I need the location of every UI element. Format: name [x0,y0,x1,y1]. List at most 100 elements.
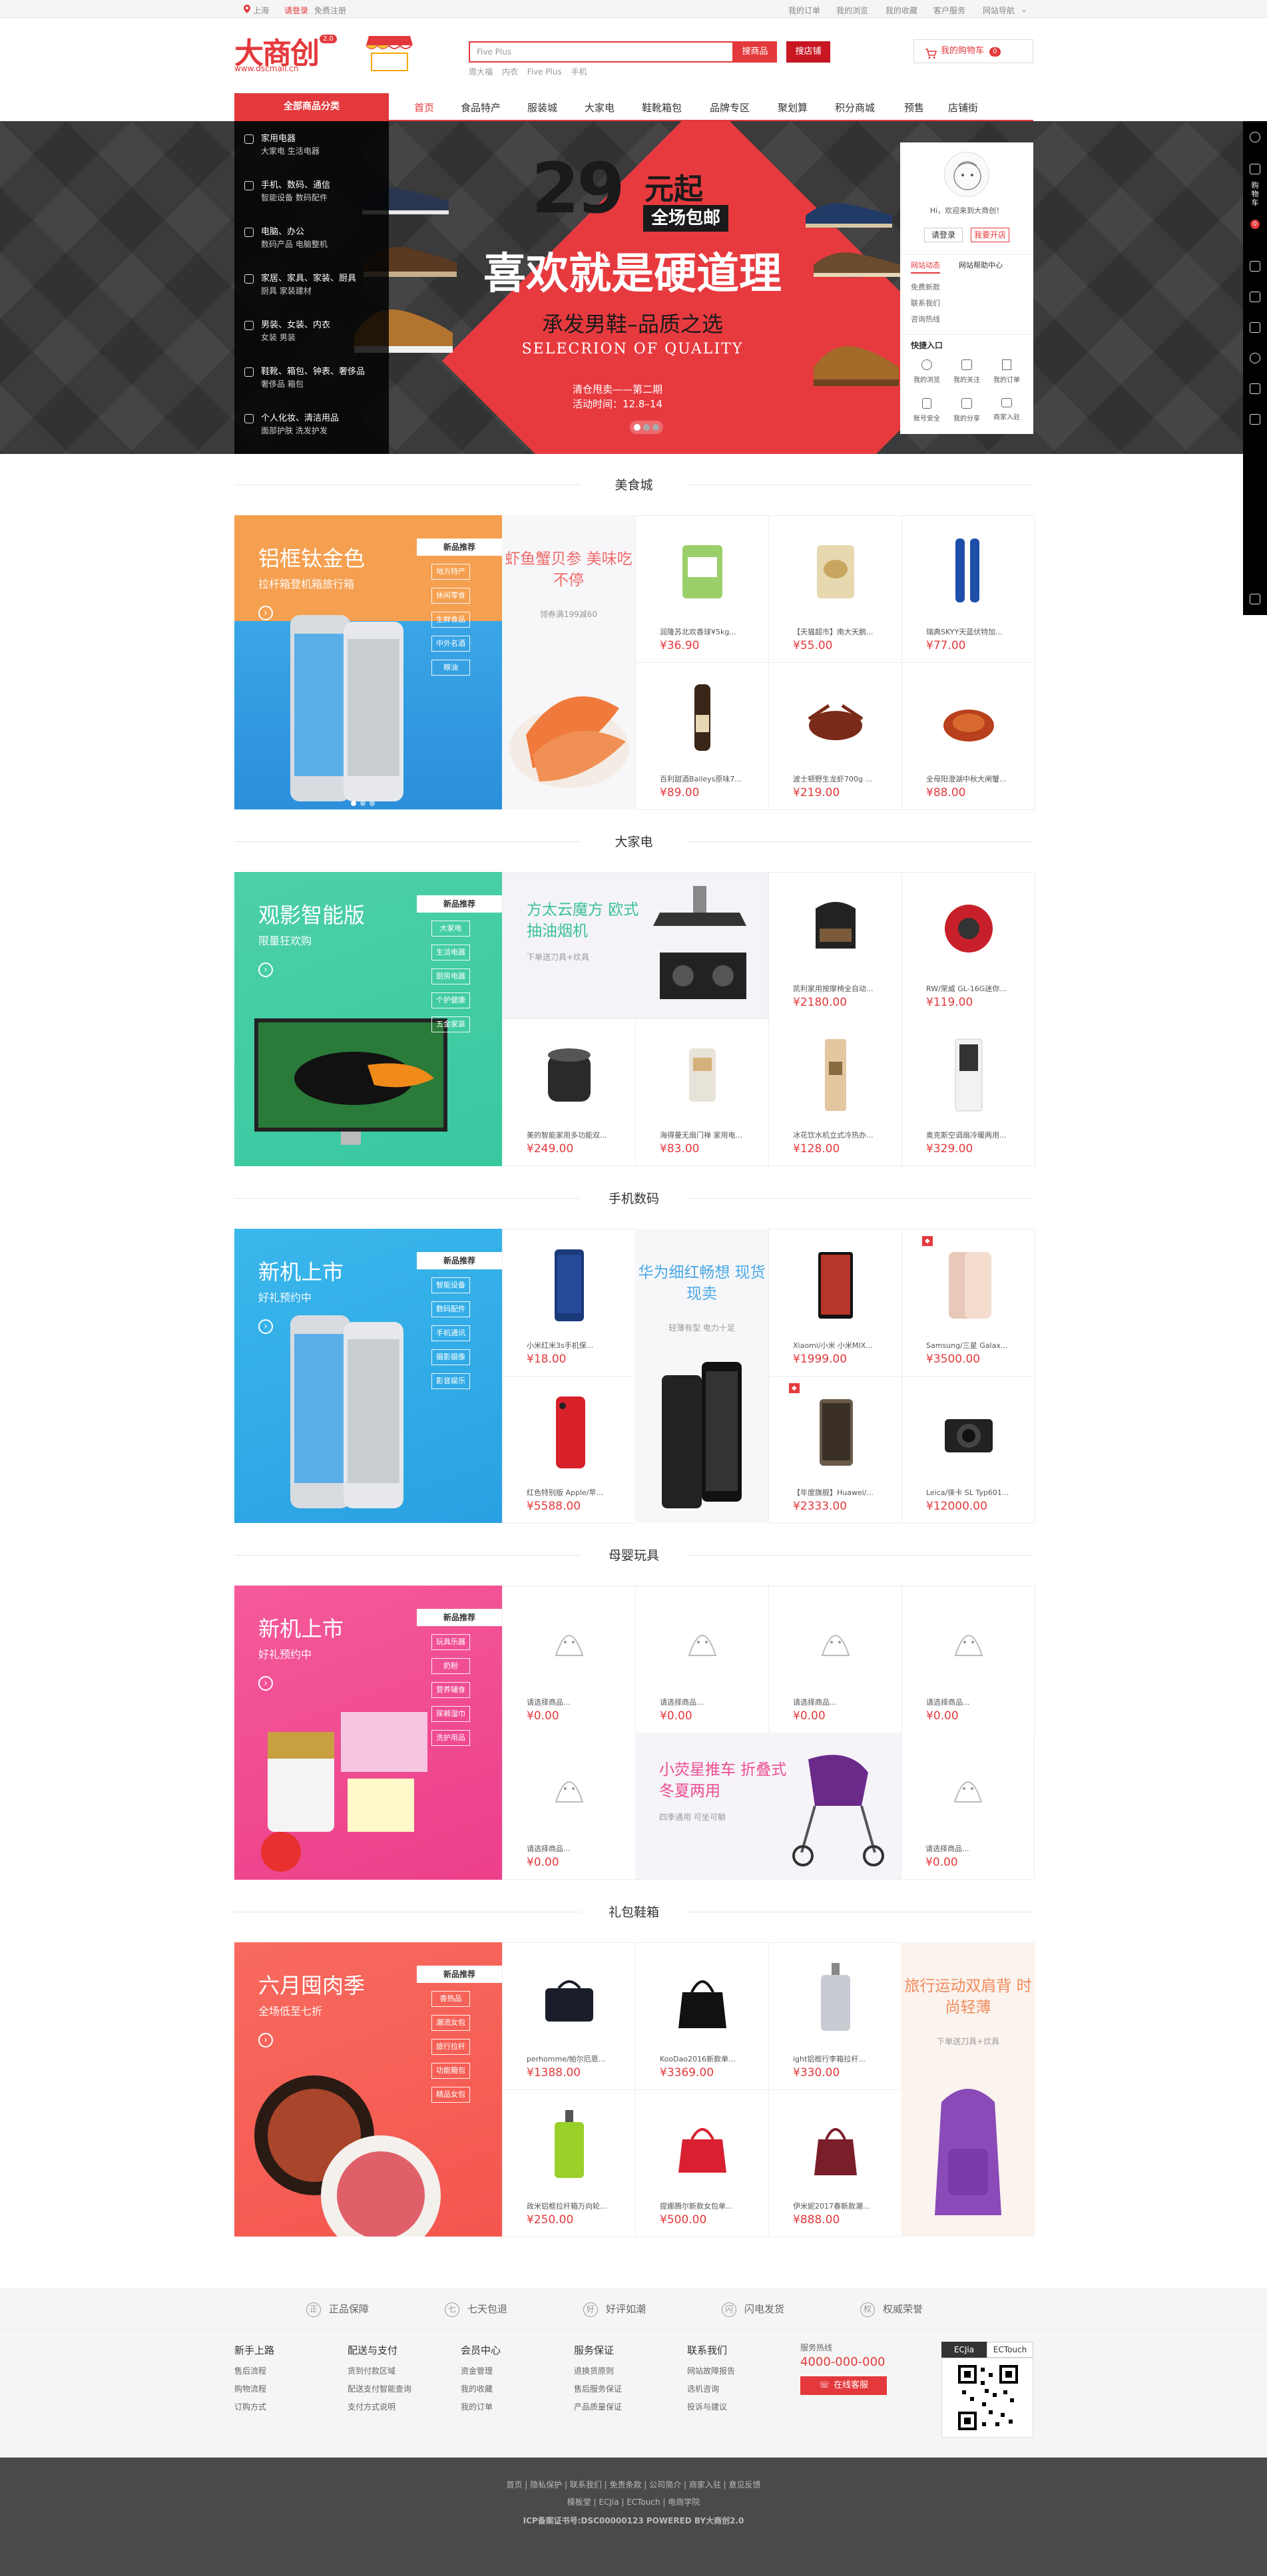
tag-button[interactable]: 尿裤湿巾 [431,1706,470,1722]
promo-card[interactable]: 新机上市 好礼预约中 › 新品推荐 玩具乐器 奶粉 营养辅食 尿裤湿巾 洗护用品 [234,1586,502,1880]
product-card[interactable]: 提娜腾尔新款女包单... ¥500.00 [636,2090,769,2237]
footer-link[interactable]: 货到付款区域 [348,2362,411,2380]
hot-keyword[interactable]: 手机 [571,67,587,77]
tag-button[interactable]: 生鲜食品 [431,612,470,628]
nav-item[interactable]: 首页 [414,101,434,114]
tag-button[interactable]: 精品女包 [431,2087,470,2103]
product-card[interactable]: 润隆苏北欢香球¥5kg... ¥36.90 [636,516,769,663]
footer-link[interactable]: 售后流程 [234,2362,274,2380]
product-card[interactable]: ◆ Samsung/三星 Galax... ¥3500.00 [902,1229,1035,1377]
store-awning-icon[interactable] [364,33,415,77]
product-card[interactable]: 瑞典SKYY天蓝伏特加... ¥77.00 [902,516,1035,663]
tag-button[interactable]: 生活电器 [431,945,470,961]
nav-item[interactable]: 服装城 [527,101,557,114]
quick-entry-security[interactable]: 账号安全 [907,393,947,431]
footer-link[interactable]: 选机咨询 [687,2380,735,2398]
product-card[interactable]: 政米铝框拉杆箱万向轮... ¥250.00 [503,2090,636,2237]
search-input[interactable]: Five Plus [469,41,734,63]
footer-link[interactable]: 退换货原则 [574,2362,622,2380]
news-item[interactable]: 免费新款 [911,280,940,296]
tag-button[interactable]: 数码配件 [431,1301,470,1317]
online-service-button[interactable]: ☏ 在线客服 [800,2376,887,2395]
tag-button[interactable]: 潮流女包 [431,2015,470,2031]
product-card[interactable]: Leica/徕卡 SL Typ601... ¥12000.00 [902,1377,1035,1524]
feature-card[interactable]: 虾鱼蟹贝参 美味吃不停 领券满199减60 [502,515,635,809]
product-card[interactable]: 请选择商品... ¥0.00 [902,1586,1035,1733]
bottom-links-secondary[interactable]: 模板堂 | ECJia | ECTouch | 电商学院 [0,2496,1267,2507]
product-card[interactable]: 全母阳澄湖中秋大闸蟹... ¥88.00 [902,663,1035,810]
tag-button[interactable]: 地方特产 [431,564,470,580]
nav-item[interactable]: 预售 [904,101,924,114]
tag-button[interactable]: 功能箱包 [431,2063,470,2079]
promo-dot[interactable] [360,801,366,806]
hot-keyword[interactable]: Five Plus [527,67,562,77]
footer-link[interactable]: 支付方式说明 [348,2398,411,2416]
footer-link[interactable]: 资金管理 [461,2362,501,2380]
tag-button[interactable]: 五金家装 [431,1016,470,1032]
open-store-button[interactable]: 我要开店 [971,228,1009,242]
footer-link[interactable]: 我的收藏 [461,2380,501,2398]
product-card[interactable]: 请选择商品... ¥0.00 [769,1586,902,1733]
promo-card[interactable]: 观影智能版 限量狂欢购 › 新品推荐 大家电 生活电器 厨房电器 个护健康 五金… [234,872,502,1166]
product-card[interactable]: 伊米妮2017春新款潮... ¥888.00 [769,2090,902,2237]
category-item[interactable]: 家用电器 大家电 生活电器 [244,133,320,157]
back-to-top-icon[interactable] [1250,594,1260,604]
category-item[interactable]: 个人化妆、清洁用品 面部护肤 洗发护发 [244,413,339,437]
quick-entry-share[interactable]: 我的分享 [947,393,987,431]
carousel-dot[interactable] [634,424,640,431]
product-card[interactable]: 小米红米3s手机保... ¥18.00 [503,1229,636,1377]
feature-card-wide[interactable]: 方太云魔方 欧式抽油烟机 下单送刀具+炊具 [502,872,768,1019]
bottom-links[interactable]: 首页 | 隐私保护 | 联系我们 | 免责条款 | 公司简介 | 商家入驻 | … [0,2479,1267,2490]
feature-card-wide[interactable]: 小荧星推车 折叠式冬夏两用 四季通用 可坐可躺 [635,1733,901,1880]
footer-link[interactable]: 产品质量保证 [574,2398,622,2416]
product-card[interactable]: 【天猫超市】南大天鹅... ¥55.00 [769,516,902,663]
tag-button[interactable]: 智能设备 [431,1277,470,1293]
promo-card[interactable]: 铝框钛金色 拉杆箱登机箱旅行箱 › 新品推荐 地方特产 休闲零食 生鲜食品 中外… [234,515,502,809]
my-orders-link[interactable]: 我的订单 [788,5,820,16]
footer-link[interactable]: 投诉与建议 [687,2398,735,2416]
tag-button[interactable]: 奶粉 [431,1658,470,1674]
search-products-button[interactable]: 搜商品 [733,41,777,63]
promo-card[interactable]: 六月囤肉季 全场低至七折 › 新品推荐 香热品 潮流女包 旅行拉杆 功能箱包 精… [234,1942,502,2237]
nav-item[interactable]: 食品特产 [461,101,501,114]
arrow-right-icon[interactable]: › [258,963,273,977]
product-card[interactable]: Xiaomi/小米 小米MIX... ¥1999.00 [769,1229,902,1377]
coupon-icon[interactable] [1250,261,1260,272]
tag-button[interactable]: 影音娱乐 [431,1373,470,1389]
product-card[interactable]: 请选择商品... ¥0.00 [901,1733,1035,1880]
footer-link[interactable]: 网站故障报告 [687,2362,735,2380]
arrow-right-icon[interactable]: › [258,2033,273,2047]
category-item[interactable]: 电脑、办公 数码产品 电脑整机 [244,226,328,250]
feature-card[interactable]: 旅行运动双肩背 时尚轻薄 下单送刀具+炊具 [901,1942,1035,2237]
star-icon[interactable] [1250,383,1260,394]
tag-button[interactable]: 洗护用品 [431,1730,470,1746]
category-item[interactable]: 家居、家具、家装、厨具 厨具 家装建材 [244,273,356,297]
news-item[interactable]: 咨询热线 [911,312,940,327]
nav-item[interactable]: 聚划算 [778,101,808,114]
asset-icon[interactable] [1250,292,1260,302]
search-stores-button[interactable]: 搜店铺 [786,41,830,63]
nav-item[interactable]: 店铺街 [948,101,978,114]
promo-dot[interactable] [370,801,375,806]
product-card[interactable]: 海得曼无扇门禅 家用电... ¥83.00 [636,1019,769,1166]
tag-button[interactable]: 营养辅食 [431,1682,470,1698]
product-card[interactable]: 美的智能家用多功能双... ¥249.00 [503,1019,636,1166]
carousel-dot[interactable] [643,424,650,431]
tag-button[interactable]: 摄影摄像 [431,1349,470,1365]
tag-button[interactable]: 休闲零食 [431,588,470,604]
my-browse-link[interactable]: 我的浏览 [836,5,868,16]
my-favorites-link[interactable]: 我的收藏 [886,5,917,16]
product-card[interactable]: ◆ 【年度旗舰】Huawei/... ¥2333.00 [769,1377,902,1524]
nav-item[interactable]: 大家电 [585,101,615,114]
arrow-right-icon[interactable]: › [258,606,273,620]
qr-tab-ecjia[interactable]: ECJia [941,2342,987,2358]
feature-card[interactable]: 华为细红畅想 现货现卖 轻薄有型 电力十足 [635,1229,768,1523]
product-card[interactable]: 请选择商品... ¥0.00 [636,1586,769,1733]
carousel-dot[interactable] [652,424,659,431]
tab-news[interactable]: 网站动态 [911,260,940,274]
product-card[interactable]: RW/荣威 GL-16G迷你... ¥119.00 [902,873,1035,1020]
quick-entry-merchant[interactable]: 商家入驻 [987,393,1027,431]
user-icon[interactable] [1250,132,1260,142]
service-link[interactable]: 客户服务 [933,5,965,16]
tag-button[interactable]: 旅行拉杆 [431,2039,470,2055]
